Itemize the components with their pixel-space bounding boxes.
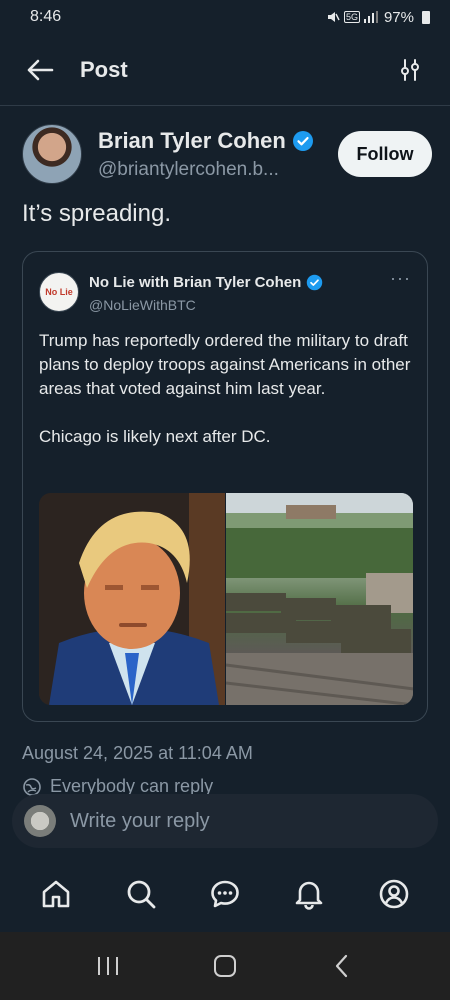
nav-home-button[interactable] [32,870,80,918]
home-square-icon [213,955,236,977]
tanks-illustration [225,493,413,705]
more-options-button[interactable]: ··· [390,268,411,289]
sliders-icon [401,58,419,81]
status-right: 5G 97% [326,9,430,26]
network-label: 5G [343,11,360,23]
post-text: It’s spreading. [22,200,171,227]
media-image-portrait[interactable] [39,493,225,705]
battery-icon [422,10,430,24]
reply-input[interactable] [70,809,390,833]
author-handle[interactable]: @briantylercohen.b... [98,159,328,181]
home-system-button[interactable] [200,941,250,991]
media-image-tanks[interactable] [225,493,413,705]
header: Post [0,34,450,106]
nav-messages-button[interactable] [201,870,249,918]
portrait-illustration [39,493,225,705]
author-info: Brian Tyler Cohen @briantylercohen.b... [98,128,338,181]
status-time: 8:46 [30,8,62,25]
author-name-row[interactable]: Brian Tyler Cohen [98,128,338,154]
author-name[interactable]: Brian Tyler Cohen [98,128,286,154]
bottom-navigation [0,858,450,930]
recent-apps-button[interactable] [83,941,133,991]
follow-button[interactable]: Follow [338,131,432,177]
verified-badge-icon [292,130,313,151]
recent-apps-icon [98,957,119,975]
quoted-author-avatar[interactable]: No Lie [39,272,79,312]
post-author-row: Brian Tyler Cohen @briantylercohen.b... … [22,122,432,186]
signal-icon [363,11,378,23]
quoted-author-name-row: No Lie with Brian Tyler Cohen [89,274,390,291]
status-icons: 5G [326,10,378,24]
mute-icon [327,12,340,22]
nav-notifications-button[interactable] [285,870,333,918]
notifications-icon [296,881,323,910]
quoted-post-media[interactable] [39,493,413,705]
post-timestamp[interactable]: August 24, 2025 at 11:04 AM [22,743,253,764]
battery-label: 97% [383,8,414,26]
reply-settings-button[interactable] [390,50,430,90]
quoted-author-name[interactable]: No Lie with Brian Tyler Cohen [89,274,301,291]
author-avatar[interactable] [22,124,82,184]
messages-icon [211,880,239,908]
quoted-post-header: No Lie No Lie with Brian Tyler Cohen @No… [39,268,411,313]
arrow-left-icon [27,59,54,80]
quoted-author-handle[interactable]: @NoLieWithBTC [89,297,390,313]
quoted-post-card[interactable]: No Lie No Lie with Brian Tyler Cohen @No… [22,251,428,722]
quoted-post-text: Trump has reportedly ordered the militar… [39,331,411,446]
profile-icon [379,879,409,909]
nav-search-button[interactable] [117,870,165,918]
nav-profile-button[interactable] [370,870,418,918]
back-system-button[interactable] [317,941,367,991]
page-title: Post [80,56,128,82]
current-user-avatar [24,805,56,837]
status-bar: 8:46 5G 97% [0,0,450,34]
system-navigation-bar [0,932,450,1000]
home-icon [42,880,70,908]
verified-badge-icon [307,274,323,291]
quoted-author-meta: No Lie with Brian Tyler Cohen @NoLieWith… [89,272,390,313]
reply-composer[interactable] [12,794,438,848]
back-button[interactable] [20,50,60,90]
search-icon [127,880,155,909]
chevron-left-icon [335,954,347,978]
